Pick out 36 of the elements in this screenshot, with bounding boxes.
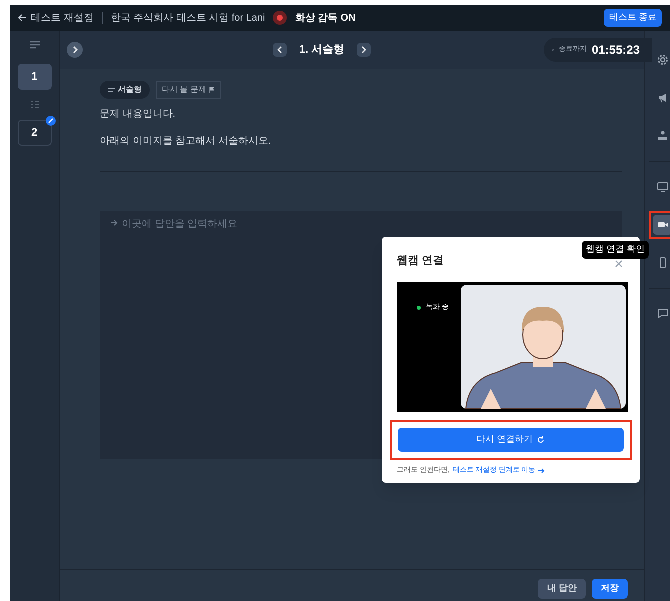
- chat-icon: [657, 308, 669, 320]
- arrow-left-icon: [18, 14, 27, 22]
- question-text: 문제 내용입니다.: [100, 108, 177, 122]
- review-later-button[interactable]: 다시 볼 문제: [156, 81, 222, 99]
- my-answer-button[interactable]: 내 답안: [538, 578, 586, 598]
- timer: 01:55:23: [592, 42, 640, 59]
- tooltip: 웹캠 연결 확인: [582, 241, 650, 258]
- reconnect-button[interactable]: 다시 연결하기: [398, 428, 624, 452]
- tool-button[interactable]: [653, 215, 670, 235]
- previous-button[interactable]: [273, 43, 288, 57]
- gear-icon: [657, 54, 669, 66]
- question-title: 1. 서술형: [299, 42, 345, 58]
- list-icon[interactable]: [28, 40, 40, 50]
- dialog-title: 웹캠 연결: [397, 254, 444, 269]
- person-desk-icon: [657, 130, 669, 142]
- arrow-right-icon: [110, 219, 118, 227]
- question-number-button[interactable]: 1: [18, 64, 52, 90]
- list-icon: [108, 88, 115, 92]
- back-link[interactable]: 테스트 재설정: [18, 10, 94, 26]
- flag-icon: [209, 87, 216, 93]
- test-name: 한국 주식회사 테스트 시험 for Lani: [110, 12, 266, 26]
- expand-chevron-icon[interactable]: [67, 42, 83, 58]
- phone-icon: [657, 257, 669, 269]
- monitor-icon: [657, 181, 669, 193]
- arrow-right-icon: [538, 468, 545, 474]
- chevron-left-icon: [277, 46, 284, 54]
- question-text: 아래의 이미지를 참고해서 서술하시오.: [100, 135, 272, 149]
- refresh-icon: [537, 436, 546, 444]
- save-button[interactable]: 저장: [592, 578, 628, 598]
- megaphone-icon: [657, 92, 669, 104]
- tag-label: 서술형: [118, 84, 142, 96]
- chevron-right-icon: [360, 46, 367, 54]
- next-button[interactable]: [356, 43, 371, 57]
- checklist-icon: [30, 100, 40, 110]
- end-test-button[interactable]: 테스트 종료: [604, 9, 662, 27]
- proctoring-status: 화상 감독 ON: [295, 12, 356, 26]
